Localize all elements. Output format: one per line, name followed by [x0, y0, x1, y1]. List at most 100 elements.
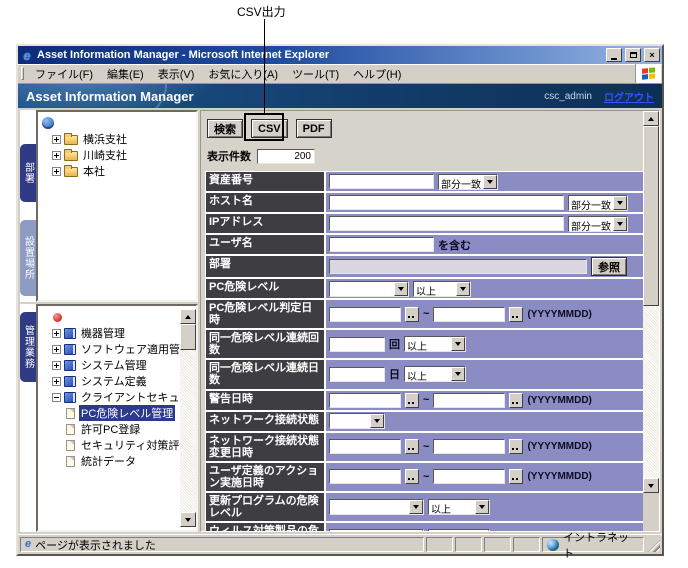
user-action-executed-from-date-picker-button[interactable] [405, 469, 419, 484]
tree-item[interactable]: ソフトウェア適用管理 [42, 341, 180, 357]
search-button[interactable]: 検索 [207, 119, 243, 138]
tree-item[interactable]: システム管理 [42, 357, 180, 373]
warning-datetime-to-input[interactable] [433, 393, 505, 408]
tree-root [42, 309, 180, 325]
same-risk-repeat-days-input[interactable] [329, 367, 385, 382]
scroll-down-button[interactable] [643, 478, 659, 493]
expand-toggle[interactable] [52, 329, 61, 338]
scroll-up-button[interactable] [643, 111, 659, 126]
expand-toggle[interactable] [52, 361, 61, 370]
asset-number-match-select[interactable]: 部分一致 [438, 174, 498, 190]
ip-address-match-select[interactable]: 部分一致 [568, 216, 628, 232]
warning-datetime-to-date-picker-button[interactable] [509, 393, 523, 408]
range-tilde-label: ~ [423, 394, 429, 406]
department-readonly-input [329, 259, 587, 274]
network-status-changed-from-date-picker-button[interactable] [405, 439, 419, 454]
tree-item-label: 横浜支社 [81, 131, 129, 147]
tree-item[interactable]: PC危険レベル管理 [42, 405, 180, 421]
date-format-label: (YYYYMMDD) [527, 309, 591, 320]
user-action-executed-from-input[interactable] [329, 469, 401, 484]
tree-item[interactable]: 本社 [42, 163, 196, 179]
user-action-executed-to-input[interactable] [433, 469, 505, 484]
expand-toggle[interactable] [52, 135, 61, 144]
window-title: Asset Information Manager - Microsoft In… [37, 49, 603, 61]
select-value: 以上 [414, 282, 456, 296]
warning-datetime-from-date-picker-button[interactable] [405, 393, 419, 408]
pc-risk-level-judged-to-date-picker-button[interactable] [509, 307, 523, 322]
menu-item[interactable]: ファイル(F) [28, 64, 100, 84]
scroll-up-button[interactable] [180, 309, 196, 324]
scrollbar-thumb[interactable] [643, 126, 659, 306]
tree-item[interactable]: 横浜支社 [42, 131, 196, 147]
tree-item[interactable]: セキュリティ対策評価 [42, 437, 180, 453]
host-name-match-select[interactable]: 部分一致 [568, 195, 628, 211]
tree-item[interactable]: クライアントセキュリティ管理 [42, 389, 180, 405]
tree-item[interactable]: 許可PC登録 [42, 421, 180, 437]
update-program-risk-match-select[interactable]: 以上 [428, 499, 490, 515]
network-status-select[interactable] [329, 413, 385, 429]
window-body: 部署 設置場所 横浜支社川崎支社本社 管理業務 機器管理ソフトウェア適用管理シス… [18, 108, 662, 534]
select-value [330, 414, 370, 428]
pc-risk-level-select[interactable] [329, 281, 409, 297]
network-status-changed-to-date-picker-button[interactable] [509, 439, 523, 454]
tab-management-tasks[interactable]: 管理業務 [20, 312, 36, 382]
same-risk-repeat-count-match-select[interactable]: 以上 [404, 336, 466, 352]
csv-button[interactable]: CSV [251, 119, 288, 138]
expand-toggle[interactable] [52, 377, 61, 386]
antivirus-product-risk-select[interactable] [329, 529, 424, 531]
network-status-changed-from-input[interactable] [329, 439, 401, 454]
tab-department[interactable]: 部署 [20, 144, 36, 202]
tree-item[interactable]: 機器管理 [42, 325, 180, 341]
same-risk-repeat-count-label: 同一危険レベル連続回数 [206, 330, 324, 358]
close-button[interactable]: × [644, 48, 660, 62]
tree-item[interactable]: 川崎支社 [42, 147, 196, 163]
scrollbar-track[interactable] [643, 306, 659, 478]
menu-item[interactable]: ヘルプ(H) [346, 64, 408, 84]
tree-item[interactable]: 統計データ [42, 453, 180, 469]
menu-item[interactable]: 表示(V) [151, 64, 202, 84]
form-row-same-risk-repeat-days: 同一危険レベル連続日数日以上 [206, 360, 643, 388]
scrollbar-track[interactable] [180, 350, 196, 512]
warning-datetime-from-input[interactable] [329, 393, 401, 408]
user-name-input[interactable] [329, 237, 434, 252]
department-browse-button[interactable]: 参照 [591, 257, 627, 276]
ip-address-input[interactable] [329, 216, 564, 231]
app-banner: Asset Information Manager csc_admin ログアウ… [18, 84, 662, 108]
pc-risk-level-judged-from-date-picker-button[interactable] [405, 307, 419, 322]
update-program-risk-select[interactable] [329, 499, 424, 515]
same-risk-repeat-count-input[interactable] [329, 337, 385, 352]
antivirus-product-risk-match-select[interactable]: 以上 [428, 529, 490, 531]
main-content: 検索CSVPDF 表示件数 200 資産番号部分一致ホスト名部分一致IPアドレス… [200, 110, 660, 532]
menu-item[interactable]: ツール(T) [285, 64, 346, 84]
left-sidebar: 部署 設置場所 横浜支社川崎支社本社 管理業務 機器管理ソフトウェア適用管理シス… [20, 110, 198, 532]
resize-grip[interactable] [646, 537, 660, 552]
logout-link[interactable]: ログアウト [604, 89, 654, 104]
expand-toggle[interactable] [52, 167, 61, 176]
pc-risk-level-judged-from-input[interactable] [329, 307, 401, 322]
scroll-down-button[interactable] [180, 512, 196, 527]
user-action-executed-to-date-picker-button[interactable] [509, 469, 523, 484]
department-panel: 部署 設置場所 横浜支社川崎支社本社 [20, 110, 198, 302]
network-status-changed-to-input[interactable] [433, 439, 505, 454]
menu-item[interactable]: 編集(E) [100, 64, 151, 84]
minimize-button[interactable] [606, 48, 622, 62]
tree-item[interactable]: システム定義 [42, 373, 180, 389]
dropdown-arrow-icon [475, 500, 489, 514]
tree-item-label: 許可PC登録 [79, 421, 142, 437]
asset-number-input[interactable] [329, 174, 434, 189]
same-risk-repeat-days-match-select[interactable]: 以上 [404, 366, 466, 382]
scrollbar-thumb[interactable] [180, 324, 196, 350]
menu-item[interactable]: お気に入り(A) [201, 64, 285, 84]
host-name-input[interactable] [329, 195, 564, 210]
maximize-button[interactable] [625, 48, 641, 62]
tab-location[interactable]: 設置場所 [20, 220, 36, 296]
arrow-down-icon [648, 484, 654, 488]
expand-toggle[interactable] [52, 151, 61, 160]
pdf-button[interactable]: PDF [296, 119, 332, 138]
expand-toggle[interactable] [52, 345, 61, 354]
pc-risk-level-match-select[interactable]: 以上 [413, 281, 471, 297]
result-count-input[interactable]: 200 [257, 149, 315, 164]
page-icon: e [25, 539, 31, 550]
expand-toggle[interactable] [52, 393, 61, 402]
pc-risk-level-judged-to-input[interactable] [433, 307, 505, 322]
